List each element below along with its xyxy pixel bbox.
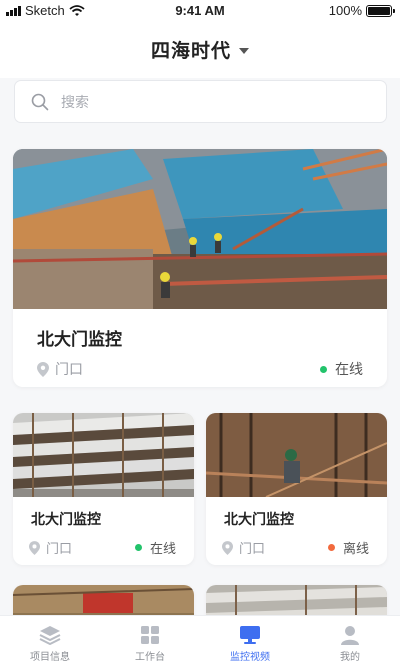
status-dot [320, 365, 327, 373]
camera-preview-image [13, 149, 387, 309]
chevron-down-icon [239, 47, 249, 54]
search-icon [31, 93, 49, 110]
tab-monitor-video[interactable]: 监控视频 [200, 616, 300, 666]
project-selector[interactable]: 四海时代 [0, 36, 400, 63]
camera-name: 北大门监控 [31, 512, 101, 528]
camera-status: 离线 [327, 538, 369, 557]
camera-preview-image [13, 413, 194, 497]
location-label: 门口 [239, 542, 266, 557]
camera-card[interactable]: 北大门监控 门口 在线 [13, 149, 387, 387]
location-pin-icon [29, 540, 40, 555]
battery-icon [366, 4, 395, 17]
page-title: 四海时代 [150, 40, 231, 62]
tab-mine[interactable]: 我的 [300, 616, 400, 666]
status-dot [327, 544, 335, 551]
status-label: 在线 [335, 362, 363, 378]
status-dot [134, 544, 142, 551]
camera-preview-image [206, 413, 387, 498]
header: 四海时代 [0, 22, 400, 78]
battery-percent: 100% [328, 3, 362, 18]
tab-workbench[interactable]: 工作台 [100, 616, 200, 666]
camera-location: 门口 [29, 538, 72, 557]
tab-label: 监控视频 [230, 652, 270, 663]
user-icon [341, 626, 359, 645]
layers-icon [39, 626, 61, 645]
status-label: 在线 [149, 542, 176, 557]
camera-name: 北大门监控 [37, 330, 122, 350]
camera-location: 门口 [222, 538, 265, 557]
tab-label: 工作台 [135, 652, 165, 663]
tab-label: 我的 [340, 652, 360, 663]
location-label: 门口 [46, 542, 73, 557]
search-placeholder: 搜索 [61, 94, 89, 111]
camera-location: 门口 [37, 359, 83, 379]
location-pin-icon [37, 361, 49, 377]
camera-name: 北大门监控 [224, 512, 294, 528]
location-pin-icon [222, 540, 233, 555]
tab-bar: 项目信息 工作台 监控视频 我的 [0, 615, 400, 666]
camera-card[interactable]: 北大门监控 门口 离线 [206, 413, 387, 565]
status-right: 100% [328, 3, 395, 18]
monitor-icon [240, 626, 260, 644]
status-label: 离线 [342, 542, 369, 557]
tab-project-info[interactable]: 项目信息 [0, 616, 100, 666]
tab-label: 项目信息 [30, 652, 70, 663]
camera-card[interactable]: 北大门监控 门口 在线 [13, 413, 194, 565]
location-label: 门口 [55, 362, 83, 378]
grid-icon [141, 626, 159, 644]
status-bar: Sketch 9:41 AM 100% [0, 0, 400, 22]
camera-status: 在线 [134, 538, 176, 557]
search-input[interactable]: 搜索 [14, 80, 387, 123]
camera-status: 在线 [320, 359, 363, 379]
